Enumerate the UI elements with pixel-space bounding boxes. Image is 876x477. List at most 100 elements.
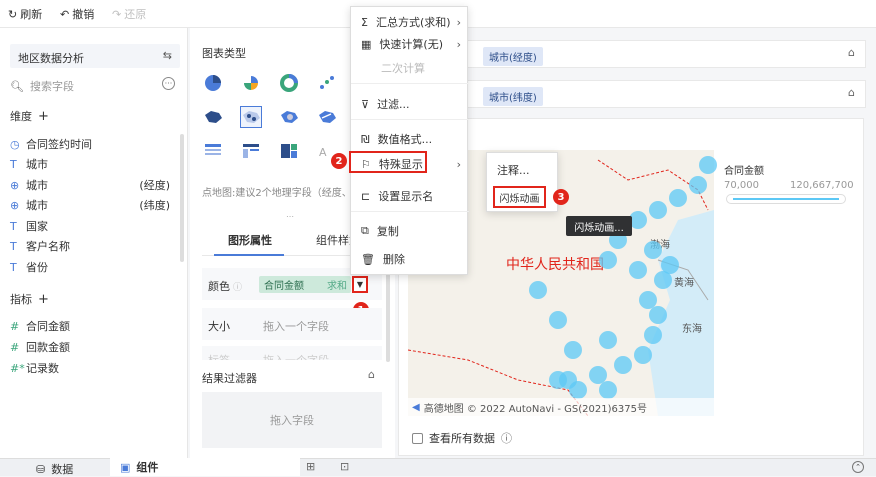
- tooltip: 闪烁动画...: [566, 216, 632, 236]
- globe-icon: ⊕: [10, 178, 20, 192]
- data-bubble[interactable]: [599, 381, 617, 399]
- chevron-down-icon: ▼: [356, 280, 364, 289]
- field-item[interactable]: #* 记录数: [10, 359, 170, 377]
- data-bubble[interactable]: [699, 156, 717, 174]
- more-icon[interactable]: ···: [162, 77, 175, 90]
- divider: [351, 119, 469, 120]
- scrollbar[interactable]: [180, 134, 184, 262]
- table-chart-icon[interactable]: [202, 140, 224, 162]
- data-bubble[interactable]: [589, 366, 607, 384]
- data-bubble[interactable]: [649, 201, 667, 219]
- data-bubble[interactable]: [599, 331, 617, 349]
- ring-chart-icon[interactable]: [278, 72, 300, 94]
- field-item[interactable]: # 回款金额: [10, 338, 170, 356]
- refresh-button[interactable]: ↻ 刷新: [8, 6, 42, 22]
- data-bubble[interactable]: [639, 291, 657, 309]
- size-drop-zone[interactable]: 拖入一个字段: [263, 318, 329, 334]
- globe-icon: ⊕: [10, 198, 20, 212]
- y-axis-pill[interactable]: 城市(纬度): [483, 87, 543, 106]
- search-field[interactable]: 🔍︎ 搜索字段: [10, 76, 170, 96]
- data-bubble[interactable]: [634, 346, 652, 364]
- rose-chart-icon[interactable]: [240, 72, 262, 94]
- treemap-chart-icon[interactable]: [278, 140, 300, 162]
- color-label: 颜色 ⓘ: [208, 280, 243, 293]
- clock-icon: ◷: [10, 137, 20, 151]
- field-item[interactable]: T 城市: [10, 155, 170, 173]
- data-bubble[interactable]: [629, 261, 647, 279]
- pie-chart-icon[interactable]: [202, 72, 224, 94]
- menu-item-delete[interactable]: 🗑︎ 删除: [351, 248, 469, 270]
- chart-type-title: 图表类型: [202, 47, 246, 60]
- scrollbar[interactable]: [386, 262, 390, 362]
- submenu-item-annotation[interactable]: 注释...: [487, 159, 557, 181]
- splitter-handle[interactable]: ⋯: [286, 212, 294, 221]
- data-bubble[interactable]: [549, 311, 567, 329]
- field-item[interactable]: # 合同金额: [10, 317, 170, 335]
- divider: [351, 83, 469, 84]
- component-icon: ▣: [120, 460, 131, 474]
- view-all-data[interactable]: 查看所有数据 ⓘ: [412, 430, 512, 446]
- filter-drop-zone[interactable]: 拖入字段: [202, 392, 382, 448]
- color-field-pill[interactable]: 合同金额 求和: [259, 276, 351, 293]
- data-bubble[interactable]: [644, 241, 662, 259]
- checkbox-icon[interactable]: [412, 432, 423, 444]
- add-dimension-icon[interactable]: +: [38, 109, 49, 124]
- heat-map-icon[interactable]: [278, 106, 300, 128]
- data-bubble[interactable]: [669, 189, 687, 207]
- region-map-icon[interactable]: [202, 106, 224, 128]
- add-dashboard-icon[interactable]: ⊡: [340, 460, 349, 473]
- undo-button[interactable]: ↶ 撤销: [60, 6, 94, 22]
- data-bubble[interactable]: [559, 371, 577, 389]
- x-axis-shelf[interactable]: 城市(经度) ⌂: [400, 40, 866, 68]
- field-item[interactable]: T 国家: [10, 217, 170, 235]
- data-bubble[interactable]: [649, 306, 667, 324]
- data-bubble[interactable]: [644, 326, 662, 344]
- data-bubble[interactable]: [529, 281, 547, 299]
- menu-item-copy[interactable]: ⧉ 复制: [351, 220, 469, 242]
- tab-graph-properties[interactable]: 图形属性: [228, 232, 272, 248]
- collapse-icon[interactable]: ⌃: [852, 461, 864, 473]
- x-axis-pill[interactable]: 城市(经度): [483, 47, 543, 66]
- data-bubble[interactable]: [564, 341, 582, 359]
- data-bubble[interactable]: [661, 256, 679, 274]
- number-format-icon: ₪: [361, 132, 370, 146]
- tab-component[interactable]: ▣ 组件: [110, 458, 300, 476]
- legend-max: 120,667,700: [790, 180, 854, 191]
- flow-map-icon[interactable]: [316, 106, 338, 128]
- step-badge: 3: [553, 189, 569, 205]
- menu-item-secondary-calc[interactable]: 二次计算: [351, 57, 469, 79]
- tab-data[interactable]: ⛁ 数据: [36, 461, 73, 477]
- menu-item-rename[interactable]: ⊏ 设置显示名: [351, 185, 469, 207]
- field-item[interactable]: T 客户名称: [10, 237, 170, 255]
- submenu-item-flash-animation[interactable]: 闪烁动画: [493, 186, 546, 208]
- calculator-icon: ▦: [361, 37, 372, 51]
- shelf-settings-icon[interactable]: ⌂: [848, 46, 855, 59]
- data-bubble[interactable]: [614, 356, 632, 374]
- search-input[interactable]: 搜索字段: [30, 78, 74, 94]
- menu-item-quick-calc[interactable]: ▦ 快速计算(无) ›: [351, 33, 469, 55]
- measure-header: 指标 +: [10, 291, 49, 307]
- dataset-selector[interactable]: 地区数据分析 ⇆: [10, 44, 180, 68]
- menu-item-filter[interactable]: ⊽ 过滤...: [351, 93, 469, 115]
- field-item[interactable]: ⊕ 城市 (纬度): [10, 196, 170, 214]
- menu-item-number-format[interactable]: ₪ 数值格式...: [351, 128, 469, 150]
- redo-button[interactable]: ↷ 还原: [112, 6, 146, 22]
- scatter-chart-icon[interactable]: [316, 72, 338, 94]
- cross-table-icon[interactable]: [240, 140, 262, 162]
- shelf-settings-icon[interactable]: ⌂: [848, 86, 855, 99]
- legend-slider[interactable]: [726, 194, 846, 204]
- field-item[interactable]: ⊕ 城市 (经度): [10, 176, 170, 194]
- menu-item-aggregation[interactable]: Σ 汇总方式(求和) ›: [351, 11, 469, 33]
- switch-dataset-icon[interactable]: ⇆: [163, 49, 172, 62]
- chevron-right-icon: ›: [456, 37, 461, 51]
- dropdown-arrow-button[interactable]: ▼: [352, 276, 368, 293]
- field-item[interactable]: ◷ 合同签约时间: [10, 135, 170, 153]
- filter-settings-icon[interactable]: ⌂: [368, 368, 375, 381]
- add-component-icon[interactable]: ⊞: [306, 460, 315, 473]
- data-bubble[interactable]: [599, 251, 617, 269]
- y-axis-shelf[interactable]: 城市(纬度) ⌂: [400, 80, 866, 108]
- add-measure-icon[interactable]: +: [38, 292, 49, 307]
- field-item[interactable]: T 省份: [10, 258, 170, 276]
- data-bubble[interactable]: [689, 176, 707, 194]
- point-map-icon[interactable]: [240, 106, 262, 128]
